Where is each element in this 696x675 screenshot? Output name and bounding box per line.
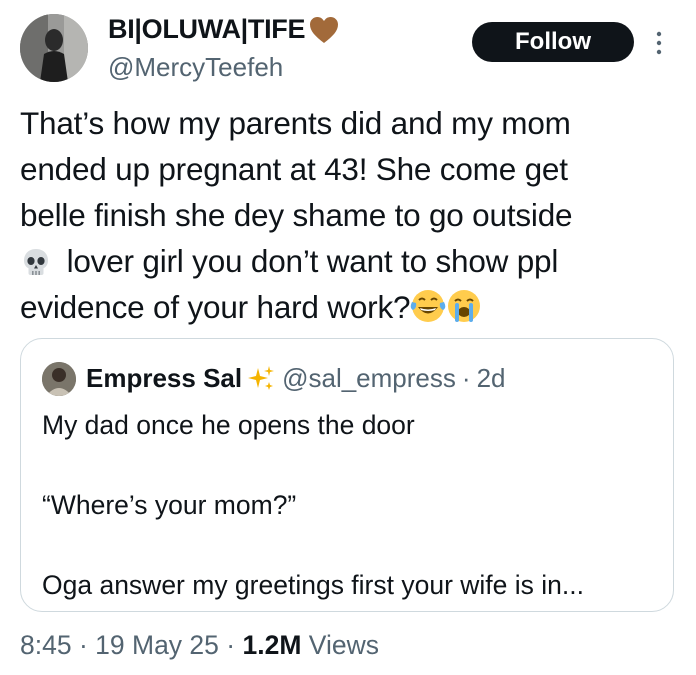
tweet-text-line-with-emoji: lover girl you don’t want to show ppl	[20, 238, 680, 284]
quoted-text-line: Oga answer my greetings first your wife …	[42, 570, 584, 600]
skull-emoji-icon	[24, 249, 48, 275]
tweet-text-line: That’s how my parents did and my mom	[20, 105, 571, 141]
tweet-time[interactable]: 8:45	[20, 630, 72, 660]
tweet-text-line-with-emoji: evidence of your hard work?	[20, 284, 680, 330]
more-options-icon[interactable]	[652, 30, 666, 56]
quoted-text-line: My dad once he opens the door	[42, 410, 415, 440]
quoted-author-name[interactable]: Empress Sal	[86, 363, 242, 394]
author-display-name[interactable]: BI|OLUWA|TIFE	[108, 14, 339, 45]
quoted-text-line: “Where’s your mom?”	[42, 490, 297, 520]
author-name-text: BI|OLUWA|TIFE	[108, 14, 306, 44]
tweet-text-line-content: lover girl you don’t want to show ppl	[66, 243, 559, 279]
author-avatar[interactable]	[20, 14, 88, 82]
tweet-date[interactable]: 19 May 25	[95, 630, 219, 660]
meta-separator: ·	[78, 630, 88, 660]
tweet-text-line: belle finish she dey shame to go outside	[20, 197, 573, 233]
sparkles-icon	[248, 365, 275, 390]
views-count[interactable]: 1.2M	[242, 630, 301, 660]
quoted-separator: ·	[461, 363, 471, 393]
quoted-tweet-text: My dad once he opens the door “Where’s y…	[42, 405, 662, 605]
quoted-text-line	[42, 445, 662, 485]
quoted-tweet-header: Empress Sal @sal_empress · 2d	[86, 363, 505, 394]
author-handle[interactable]: @MercyTeefeh	[108, 52, 283, 83]
loudly-crying-emoji-icon	[448, 290, 481, 322]
quoted-author-avatar[interactable]	[42, 362, 76, 396]
tweet-meta: 8:45 · 19 May 25 · 1.2M Views	[20, 630, 379, 661]
tweet-text-line-content: evidence of your hard work?	[20, 289, 411, 325]
quoted-tweet-card[interactable]: Empress Sal @sal_empress · 2d My dad onc…	[20, 338, 674, 612]
quoted-author-handle[interactable]: @sal_empress	[282, 363, 456, 394]
brown-heart-icon	[310, 16, 339, 43]
follow-button[interactable]: Follow	[472, 22, 634, 62]
meta-separator: ·	[226, 630, 236, 660]
tears-of-joy-emoji-icon	[411, 290, 446, 322]
tweet: BI|OLUWA|TIFE @MercyTeefeh Follow That’s…	[0, 0, 696, 675]
tweet-text: That’s how my parents did and my mom end…	[20, 100, 680, 330]
quoted-text-line	[42, 525, 662, 565]
quoted-timestamp[interactable]: 2d	[477, 363, 506, 394]
tweet-text-line: ended up pregnant at 43! She come get	[20, 151, 568, 187]
views-label: Views	[308, 630, 379, 660]
